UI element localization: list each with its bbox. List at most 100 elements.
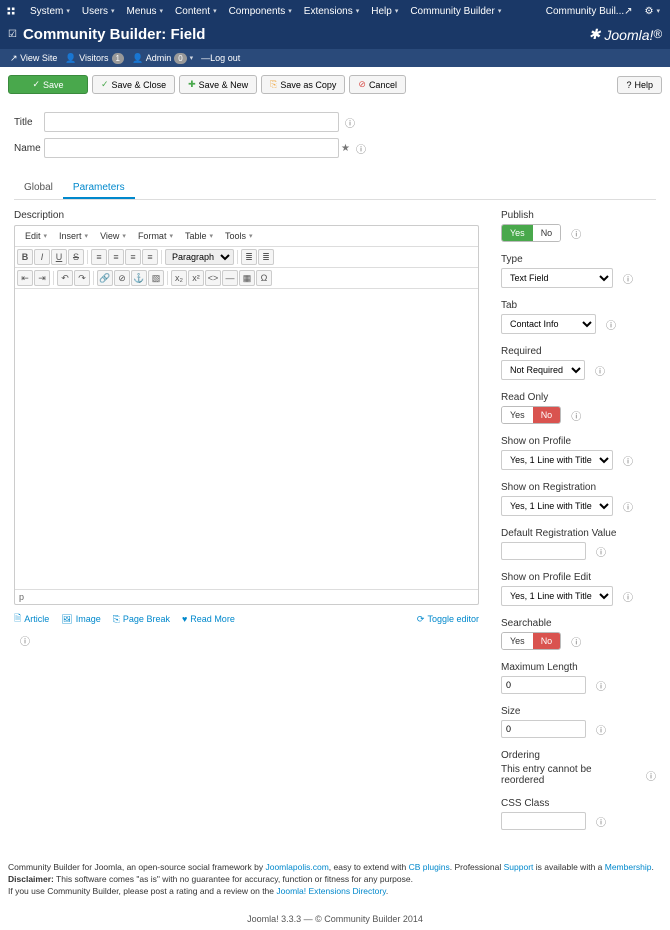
subnav-view-site[interactable]: ↗ View Site xyxy=(6,53,61,64)
nav-system[interactable]: System▾ xyxy=(24,6,76,17)
info-icon[interactable]: ⓘ xyxy=(596,722,606,737)
bullet-list-button[interactable]: ≣ xyxy=(241,249,257,265)
editor-menu-edit[interactable]: Edit▾ xyxy=(19,228,53,244)
info-icon[interactable]: ⓘ xyxy=(345,115,355,130)
insert-image-button[interactable]: 🖼Image xyxy=(61,611,100,627)
jed-link[interactable]: Joomla! Extensions Directory xyxy=(276,886,385,896)
help-button[interactable]: ?Help xyxy=(617,76,662,94)
info-icon[interactable]: ⓘ xyxy=(571,226,581,241)
nav-site-name[interactable]: Community Buil... ↗ xyxy=(540,6,639,17)
maxlen-input[interactable] xyxy=(501,676,586,694)
required-select[interactable]: Not Required xyxy=(501,360,585,380)
type-select[interactable]: Text Field xyxy=(501,268,613,288)
cb-plugins-link[interactable]: CB plugins xyxy=(409,862,450,872)
redo-button[interactable]: ↷ xyxy=(74,270,90,286)
outdent-button[interactable]: ⇤ xyxy=(17,270,33,286)
show-profedit-select[interactable]: Yes, 1 Line with Title xyxy=(501,586,613,606)
paragraph-select[interactable]: Paragraph xyxy=(165,249,234,265)
bold-button[interactable]: B xyxy=(17,249,33,265)
info-icon[interactable]: ⓘ xyxy=(623,271,633,286)
tab-global[interactable]: Global xyxy=(14,178,63,199)
subnav-logout[interactable]: — Log out xyxy=(197,53,244,63)
editor-body[interactable] xyxy=(15,289,478,589)
superscript-button[interactable]: x² xyxy=(188,270,204,286)
nav-settings[interactable]: ⚙▾ xyxy=(639,6,666,17)
strike-button[interactable]: S xyxy=(68,249,84,265)
insert-article-button[interactable]: 🗎Article xyxy=(14,611,49,627)
editor-menu-insert[interactable]: Insert▾ xyxy=(53,228,94,244)
searchable-toggle[interactable]: Yes No xyxy=(501,632,561,650)
tab-parameters[interactable]: Parameters xyxy=(63,178,135,199)
membership-link[interactable]: Membership xyxy=(605,862,652,872)
subnav-admin[interactable]: 👤 Admin0▾ xyxy=(128,53,197,64)
publish-no[interactable]: No xyxy=(533,225,561,241)
nav-content[interactable]: Content▾ xyxy=(169,6,223,17)
info-icon[interactable]: ⓘ xyxy=(571,634,581,649)
save-new-button[interactable]: ✚Save & New xyxy=(179,75,257,94)
readonly-no[interactable]: No xyxy=(533,407,561,423)
save-copy-button[interactable]: ⎘Save as Copy xyxy=(261,75,345,94)
editor-menu-format[interactable]: Format▾ xyxy=(132,228,179,244)
cssclass-input[interactable] xyxy=(501,812,586,830)
italic-button[interactable]: I xyxy=(34,249,50,265)
nav-users[interactable]: Users▾ xyxy=(76,6,121,17)
info-icon[interactable]: ⓘ xyxy=(623,499,633,514)
name-input[interactable] xyxy=(44,138,339,158)
editor-menu-table[interactable]: Table▾ xyxy=(179,228,219,244)
hr-button[interactable]: — xyxy=(222,270,238,286)
tab-select[interactable]: Contact Info xyxy=(501,314,596,334)
info-icon[interactable]: ⓘ xyxy=(596,814,606,829)
nav-menus[interactable]: Menus▾ xyxy=(121,6,170,17)
source-button[interactable]: <> xyxy=(205,270,221,286)
editor-menu-view[interactable]: View▾ xyxy=(94,228,132,244)
toggle-editor-button[interactable]: ⟳Toggle editor xyxy=(417,611,479,627)
subscript-button[interactable]: x₂ xyxy=(171,270,187,286)
publish-yes[interactable]: Yes xyxy=(502,225,533,241)
info-icon[interactable]: ⓘ xyxy=(356,141,366,156)
info-icon[interactable]: ⓘ xyxy=(606,317,616,332)
info-icon[interactable]: ⓘ xyxy=(571,408,581,423)
publish-toggle[interactable]: Yes No xyxy=(501,224,561,242)
align-justify-button[interactable]: ≡ xyxy=(142,249,158,265)
info-icon[interactable]: ⓘ xyxy=(623,453,633,468)
size-input[interactable] xyxy=(501,720,586,738)
nav-help[interactable]: Help▾ xyxy=(365,6,404,17)
save-close-button[interactable]: ✓Save & Close xyxy=(92,75,175,94)
align-right-button[interactable]: ≡ xyxy=(125,249,141,265)
save-button[interactable]: ✓Save xyxy=(8,75,88,94)
editor-menu-tools[interactable]: Tools▾ xyxy=(219,228,259,244)
info-icon[interactable]: ⓘ xyxy=(596,678,606,693)
title-input[interactable] xyxy=(44,112,339,132)
insert-readmore-button[interactable]: ♥Read More xyxy=(182,611,235,627)
number-list-button[interactable]: ≣ xyxy=(258,249,274,265)
info-icon[interactable]: ⓘ xyxy=(20,637,30,648)
nav-components[interactable]: Components▾ xyxy=(223,6,298,17)
readonly-yes[interactable]: Yes xyxy=(502,407,533,423)
searchable-no[interactable]: No xyxy=(533,633,561,649)
anchor-button[interactable]: ⚓ xyxy=(131,270,147,286)
cancel-button[interactable]: ⊘Cancel xyxy=(349,75,406,94)
unlink-button[interactable]: ⊘ xyxy=(114,270,130,286)
support-link[interactable]: Support xyxy=(504,862,534,872)
special-char-button[interactable]: Ω xyxy=(256,270,272,286)
info-icon[interactable]: ⓘ xyxy=(596,544,606,559)
image-button[interactable]: ▧ xyxy=(148,270,164,286)
undo-button[interactable]: ↶ xyxy=(57,270,73,286)
indent-button[interactable]: ⇥ xyxy=(34,270,50,286)
align-center-button[interactable]: ≡ xyxy=(108,249,124,265)
nav-extensions[interactable]: Extensions▾ xyxy=(298,6,365,17)
align-left-button[interactable]: ≡ xyxy=(91,249,107,265)
info-icon[interactable]: ⓘ xyxy=(623,589,633,604)
nav-community-builder[interactable]: Community Builder▾ xyxy=(404,6,507,17)
insert-pagebreak-button[interactable]: ⎘Page Break xyxy=(113,611,170,627)
underline-button[interactable]: U xyxy=(51,249,67,265)
info-icon[interactable]: ⓘ xyxy=(595,363,605,378)
link-button[interactable]: 🔗 xyxy=(97,270,113,286)
joomlapolis-link[interactable]: Joomlapolis.com xyxy=(265,862,328,872)
readonly-toggle[interactable]: Yes No xyxy=(501,406,561,424)
searchable-yes[interactable]: Yes xyxy=(502,633,533,649)
subnav-visitors[interactable]: 👤 Visitors1 xyxy=(61,53,128,64)
table-button[interactable]: ▦ xyxy=(239,270,255,286)
show-reg-select[interactable]: Yes, 1 Line with Title xyxy=(501,496,613,516)
info-icon[interactable]: ⓘ xyxy=(646,768,656,783)
